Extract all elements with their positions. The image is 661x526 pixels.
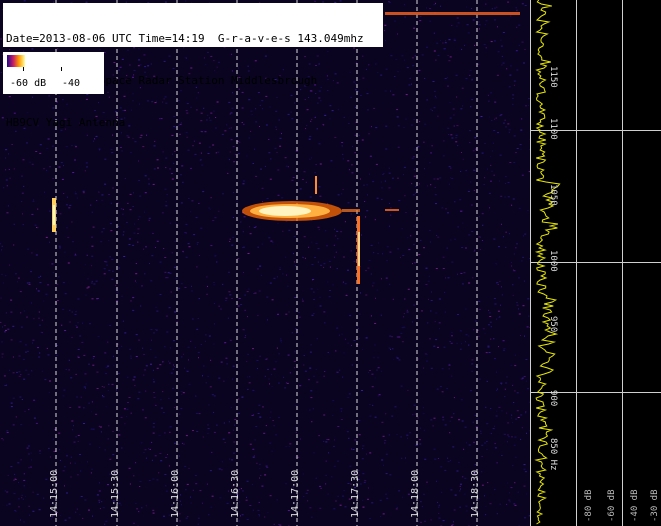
time-tick-label: 14:16:00 <box>170 469 181 518</box>
db-tick-label: -60 dB <box>607 489 617 522</box>
frequency-tick-label: 900 <box>548 390 558 407</box>
radar-display: Date=2013-08-06 UTC Time=14:19 G-r-a-v-e… <box>0 0 661 526</box>
time-tick-label: 14:16:30 <box>230 469 241 518</box>
meteor-echo-4 <box>385 209 399 211</box>
color-scale-bar <box>7 55 25 67</box>
time-tick-label: 14:18:30 <box>470 469 481 518</box>
legend-max-label: -40 <box>62 78 81 89</box>
info-box: Date=2013-08-06 UTC Time=14:19 G-r-a-v-e… <box>3 3 383 129</box>
db-tick-label: -40 dB <box>630 489 640 522</box>
time-tick-label: 14:15:30 <box>110 469 121 518</box>
frequency-tick-label: 1150 <box>548 66 558 88</box>
frequency-tick-label: 950 <box>548 316 558 333</box>
legend-tick <box>61 67 62 71</box>
legend-min-label: -60 dB <box>10 78 47 89</box>
db-tick-label: -80 dB <box>584 489 594 522</box>
db-tick-label: -30 dB <box>650 489 660 522</box>
date-time-text: Date=2013-08-06 UTC Time=14:19 G-r-a-v-e… <box>6 32 364 45</box>
meteor-echo-1-core <box>53 205 55 225</box>
top-carrier-line <box>385 12 520 15</box>
color-legend: -60 dB -40 <box>3 52 104 94</box>
frequency-tick-label: 1100 <box>548 118 558 140</box>
meteor-echo-2-tail <box>342 209 360 212</box>
time-tick-label: 14:15:00 <box>49 469 60 518</box>
meteor-echo-2-core <box>259 206 311 216</box>
antenna-text: HB9CV Yagi Antenna <box>6 116 126 129</box>
time-tick-label: 14:17:00 <box>290 469 301 518</box>
time-tick-label: 14:17:30 <box>350 469 361 518</box>
meteor-echo-3-core <box>358 232 360 266</box>
frequency-tick-label: 1000 <box>548 250 558 272</box>
meteor-echo-2-spike <box>315 176 317 194</box>
time-tick-label: 14:18:00 <box>410 469 421 518</box>
frequency-tick-label: 1050 <box>548 184 558 206</box>
frequency-tick-label: 850 Hz <box>548 438 558 471</box>
legend-tick <box>23 67 24 71</box>
